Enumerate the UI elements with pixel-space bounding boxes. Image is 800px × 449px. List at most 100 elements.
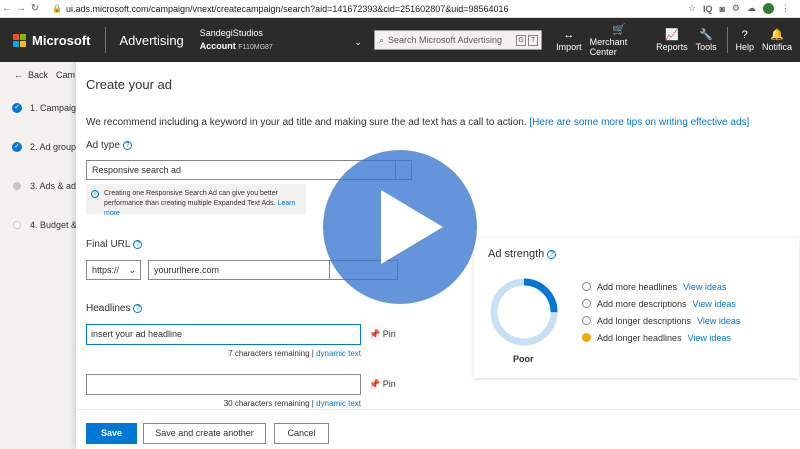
shortcut-key-g: G <box>516 34 527 46</box>
profile-avatar[interactable] <box>763 3 774 14</box>
cancel-button[interactable]: Cancel <box>274 423 329 444</box>
wizard-steps: ✓ 1. Campaign ✓ 2. Ad group 3. Ads & ad 4.… <box>0 88 80 244</box>
account-id: F110MG87 <box>238 43 273 51</box>
pin-button[interactable]: 📌 Pin <box>369 379 396 390</box>
chevron-down-icon: ⌄ <box>354 36 362 47</box>
help-icon: ? <box>741 29 748 41</box>
search-placeholder: Search Microsoft Advertising <box>388 35 503 45</box>
ad-type-label: Ad type? <box>86 140 132 151</box>
info-icon: i <box>91 190 99 198</box>
radio-empty-icon <box>582 316 591 325</box>
check-icon: ✓ <box>12 141 22 152</box>
chevron-down-icon: ⌄ <box>128 265 136 275</box>
chart-icon: 📈 <box>664 29 679 41</box>
step-ad-group[interactable]: ✓ 2. Ad group <box>0 127 80 166</box>
shortcut-key-t: T <box>528 34 539 46</box>
tools-button[interactable]: 🔧 Tools <box>696 28 717 52</box>
header-divider <box>104 27 106 53</box>
ad-strength-suggestions: Add more headlines View ideas Add more de… <box>582 278 740 346</box>
check-icon: ✓ <box>12 102 22 113</box>
back-arrow-icon: ← <box>14 70 23 80</box>
info-banner: i Creating one Responsive Search Ad can … <box>86 184 306 217</box>
back-arrow-icon[interactable]: ← <box>0 3 14 14</box>
back-link[interactable]: ← Back Cam <box>0 62 80 88</box>
step-campaign[interactable]: ✓ 1. Campaign <box>0 88 80 127</box>
menu-icon[interactable]: ⋮ <box>781 3 790 14</box>
star-icon[interactable]: ☆ <box>688 3 696 14</box>
microsoft-logo-icon <box>13 33 26 47</box>
search-input[interactable]: ⌕ Search Microsoft Advertising G T <box>373 30 543 50</box>
suggestion-item: Add more descriptions View ideas <box>582 295 740 312</box>
step-ads[interactable]: 3. Ads & ad <box>0 166 80 205</box>
tips-link[interactable]: [Here are some more tips on writing effe… <box>529 117 749 128</box>
protocol-select[interactable]: https:// ⌄ <box>86 260 141 280</box>
view-ideas-link[interactable]: View ideas <box>697 316 740 326</box>
wrench-icon: 🔧 <box>699 29 713 41</box>
help-icon[interactable]: ? <box>133 239 143 249</box>
help-icon[interactable]: ? <box>133 303 143 313</box>
bell-icon: 🔔 <box>770 29 784 41</box>
suggestion-item: Add longer headlines View ideas <box>582 329 740 346</box>
save-and-create-another-button[interactable]: Save and create another <box>143 423 266 444</box>
suggestion-item: Add more headlines View ideas <box>582 278 740 295</box>
headline-2-input[interactable] <box>86 374 361 395</box>
extension-icon[interactable]: ⚙ <box>732 3 740 14</box>
extension-iq-icon[interactable]: IQ <box>703 4 713 14</box>
current-step-icon <box>13 181 21 190</box>
browser-toolbar: ← → ↻ 🔒 ui.ads.microsoft.com/campaign/vn… <box>0 0 800 18</box>
ad-strength-card: Ad strength? Poor Add more headlines View… <box>474 238 799 378</box>
app-header: Microsoft Advertising SandegiStudios Acc… <box>0 18 800 62</box>
header-tools: ↔ Import 🛒 Merchant Center 📈 Reports 🔧 Tools… <box>556 23 800 57</box>
cart-icon: 🛒 <box>612 24 626 36</box>
view-ideas-link[interactable]: View ideas <box>683 282 726 292</box>
play-icon <box>381 190 443 264</box>
ad-strength-rating: Poor <box>513 354 534 364</box>
headline-1-input[interactable]: insert your ad headline <box>86 324 361 345</box>
headline-2-remaining: 30 characters remaining | dynamic text <box>223 399 361 408</box>
import-icon: ↔ <box>563 29 575 41</box>
lock-icon: 🔒 <box>52 4 62 13</box>
ad-strength-gauge <box>490 278 558 346</box>
help-icon[interactable]: ? <box>122 140 132 150</box>
product-name[interactable]: Advertising <box>119 33 183 48</box>
video-play-button[interactable] <box>323 150 477 304</box>
import-button[interactable]: ↔ Import <box>556 28 582 52</box>
search-icon: ⌕ <box>378 34 385 45</box>
pin-button[interactable]: 📌 Pin <box>369 329 396 340</box>
breadcrumb: Cam <box>56 70 76 80</box>
help-icon[interactable]: ? <box>547 249 557 259</box>
ad-strength-title: Ad strength? <box>488 248 557 260</box>
merchant-center-button[interactable]: 🛒 Merchant Center <box>590 23 648 57</box>
final-url-label: Final URL? <box>86 239 143 250</box>
notifications-button[interactable]: 🔔 Notifica <box>762 28 792 52</box>
reload-icon[interactable]: ↻ <box>28 3 42 14</box>
help-button[interactable]: ? Help <box>735 28 754 52</box>
brand-name: Microsoft <box>32 32 91 48</box>
headline-1-remaining: 7 characters remaining | dynamic text <box>228 349 361 358</box>
view-ideas-link[interactable]: View ideas <box>688 333 731 343</box>
pending-step-icon <box>13 220 21 229</box>
camera-icon[interactable]: ◙ <box>719 4 724 14</box>
final-url-input[interactable]: yoururlhere.com <box>148 260 330 280</box>
tip-text: We recommend including a keyword in your… <box>86 117 750 128</box>
page-title: Create your ad <box>86 77 172 92</box>
warning-dot-icon <box>582 333 591 342</box>
save-button[interactable]: Save <box>86 423 137 444</box>
pin-icon: 📌 <box>369 329 381 339</box>
header-divider <box>726 27 728 53</box>
suggestion-item: Add longer descriptions View ideas <box>582 312 740 329</box>
address-bar[interactable]: ui.ads.microsoft.com/campaign/vnext/crea… <box>66 4 509 14</box>
account-switcher[interactable]: SandegiStudios Account F110MG87 ⌄ <box>200 27 362 54</box>
step-budget[interactable]: 4. Budget & <box>0 205 80 244</box>
forward-arrow-icon[interactable]: → <box>14 3 28 14</box>
panel-footer: Save Save and create another Cancel <box>76 409 800 449</box>
radio-empty-icon <box>582 282 591 291</box>
account-name: SandegiStudios <box>199 27 263 38</box>
cloud-icon[interactable]: ☁ <box>747 3 756 14</box>
view-ideas-link[interactable]: View ideas <box>693 299 736 309</box>
radio-empty-icon <box>582 299 591 308</box>
reports-button[interactable]: 📈 Reports <box>656 28 688 52</box>
dynamic-text-link[interactable]: dynamic text <box>316 349 361 358</box>
dynamic-text-link[interactable]: dynamic text <box>316 399 361 408</box>
account-label: Account <box>199 40 236 51</box>
